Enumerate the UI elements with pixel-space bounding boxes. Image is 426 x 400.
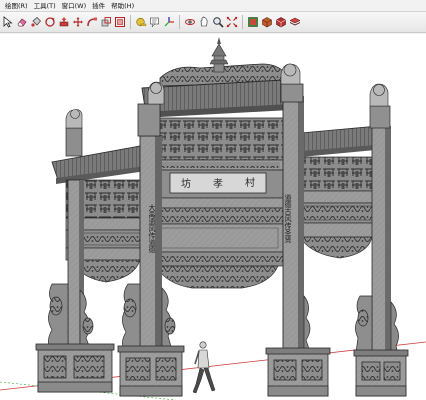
toolbar-separator (130, 15, 131, 29)
plinth-right-outer (353, 349, 409, 397)
eraser-icon[interactable] (16, 15, 28, 29)
toolbar (0, 12, 426, 33)
pillar-inner-left: 大禹遗风传道德 (137, 103, 162, 353)
plaque-char-3: 村 (245, 176, 255, 189)
select-icon[interactable] (2, 15, 14, 29)
menu-help[interactable]: 帮助(H) (108, 0, 137, 12)
tape-measure-icon[interactable] (135, 15, 147, 29)
zoom-icon[interactable] (212, 15, 224, 29)
plaque-char-1: 坊 (181, 177, 191, 190)
push-pull-icon[interactable] (58, 15, 70, 29)
text-icon[interactable] (149, 15, 161, 29)
pillar-far-right (369, 105, 391, 359)
plinth-left-inner (117, 345, 185, 397)
lion-statue-inner-right (280, 63, 301, 85)
offset-icon[interactable] (114, 15, 126, 29)
left-couplet: 大禹遗风传道德 (148, 203, 156, 254)
axes-icon[interactable] (163, 15, 175, 29)
move-icon[interactable] (72, 15, 84, 29)
toolbar-separator (179, 15, 180, 29)
menu-draw[interactable]: 绘图(R) (2, 0, 31, 12)
lion-statue-left (65, 109, 83, 129)
drum-stone-right-inner (303, 295, 311, 353)
archway-model: 坊 孝 村 大禹遗风传道德 道德古风传圣贤 (0, 37, 426, 400)
menu-window[interactable]: 窗口(W) (59, 0, 90, 12)
scale-icon[interactable] (100, 15, 112, 29)
materials-icon[interactable] (247, 15, 259, 29)
model-viewport[interactable]: 坊 孝 村 大禹遗风传道德 道德古风传圣贤 (0, 34, 426, 400)
pillar-inner-right: 道德古风传圣贤 (280, 83, 304, 357)
pan-icon[interactable] (198, 15, 210, 29)
rotate-icon[interactable] (44, 15, 56, 29)
components-icon[interactable] (261, 15, 273, 29)
right-couplet: 道德古风传圣贤 (284, 193, 292, 244)
orbit-icon[interactable] (184, 15, 196, 29)
lion-statue-right (369, 83, 389, 107)
plaque-char-2: 孝 (213, 178, 223, 190)
lion-statue-inner-left (147, 81, 165, 105)
paint-bucket-icon[interactable] (30, 15, 42, 29)
toolbar-separator (242, 15, 243, 29)
menu-plugins[interactable]: 插件 (89, 0, 108, 12)
central-bay: 坊 孝 村 (141, 37, 291, 289)
scale-figure (192, 341, 216, 394)
styles-icon[interactable] (275, 15, 287, 29)
plinth-right-inner (265, 347, 331, 397)
layers-icon[interactable] (289, 15, 301, 29)
menu-tools[interactable]: 工具(T) (31, 0, 59, 12)
follow-me-icon[interactable] (86, 15, 98, 29)
left-side-bay (51, 145, 147, 283)
zoom-extents-icon[interactable] (226, 15, 238, 29)
plinth-left-outer (35, 343, 115, 393)
menu-bar: 绘图(R) 工具(T) 窗口(W) 插件 帮助(H) (0, 0, 426, 12)
